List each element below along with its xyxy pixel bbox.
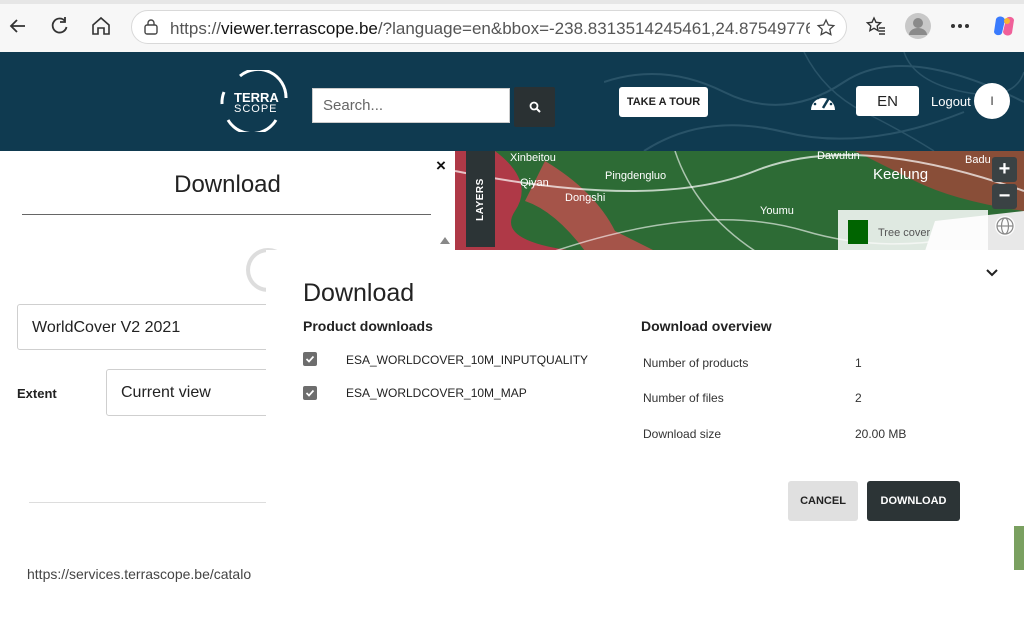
divider [29, 502, 269, 503]
take-tour-button[interactable]: TAKE A TOUR [619, 87, 708, 117]
map-place-label: Badu [965, 154, 991, 166]
search-button[interactable] [514, 87, 555, 127]
map-place-label: Keelung [873, 166, 928, 183]
search-input[interactable] [312, 88, 510, 123]
url-text: https://viewer.terrascope.be/?language=e… [170, 19, 810, 39]
product-downloads-heading: Product downloads [303, 318, 433, 334]
copilot-icon[interactable] [988, 10, 1020, 42]
terrascope-logo[interactable]: TERRA SCOPE [220, 70, 292, 132]
map-place-label: Dawulun [817, 151, 860, 162]
panel-title: Download [174, 171, 281, 198]
site-header: TERRA SCOPE TAKE A TOUR EN Logout I [0, 52, 1024, 151]
file-checkbox-inputquality[interactable] [303, 352, 317, 366]
download-overview-heading: Download overview [641, 318, 772, 334]
overview-value: 20.00 MB [855, 427, 907, 441]
logout-link[interactable]: Logout [931, 94, 971, 109]
cancel-button[interactable]: CANCEL [788, 481, 858, 521]
overview-key: Number of products [643, 356, 749, 370]
profile-icon[interactable] [902, 10, 934, 42]
url-host: viewer.terrascope.be [221, 19, 378, 38]
url-prefix: https:// [170, 19, 222, 38]
layers-tab-label: LAYERS [475, 177, 486, 221]
map-place-label: Pingdengluo [605, 170, 666, 182]
more-icon[interactable] [944, 10, 976, 42]
overview-value: 2 [855, 391, 862, 405]
home-icon[interactable] [85, 10, 117, 42]
divider [22, 214, 431, 215]
user-avatar[interactable]: I [974, 83, 1010, 119]
scroll-up-arrow-icon[interactable] [440, 237, 450, 244]
favorites-icon[interactable] [860, 10, 892, 42]
star-icon[interactable] [816, 18, 836, 38]
logo-text-scope: SCOPE [234, 103, 278, 115]
globe-icon[interactable] [993, 214, 1017, 238]
url-rest: /?language=en&bbox=-238.8313514245461,24… [377, 19, 810, 38]
checkmark-icon [305, 355, 315, 363]
legend-label: Tree cover [878, 227, 931, 239]
map-place-label: Dongshi [565, 192, 605, 204]
back-icon[interactable] [2, 10, 34, 42]
speedometer-icon[interactable] [809, 90, 837, 112]
address-bar[interactable]: https://viewer.terrascope.be/?language=e… [131, 10, 847, 44]
zoom-in-button[interactable]: + [992, 157, 1017, 182]
lock-icon[interactable] [143, 19, 159, 35]
browser-toolbar: https://viewer.terrascope.be/?language=e… [0, 0, 1024, 53]
refresh-icon[interactable] [43, 10, 75, 42]
search-icon [529, 101, 541, 113]
download-button[interactable]: DOWNLOAD [867, 481, 960, 521]
dialog-title: Download [303, 279, 415, 307]
overview-value: 1 [855, 356, 862, 370]
map-place-label: Youmu [760, 205, 794, 217]
map-place-label: Qiyan [520, 177, 549, 189]
file-label: ESA_WORLDCOVER_10M_INPUTQUALITY [346, 353, 589, 367]
chevron-down-icon[interactable] [985, 266, 999, 280]
layers-tab[interactable]: LAYERS [466, 151, 495, 247]
catalog-url[interactable]: https://services.terrascope.be/catalo [27, 566, 251, 582]
close-icon[interactable]: × [436, 156, 446, 176]
overview-key: Download size [643, 427, 722, 441]
overview-key: Number of files [643, 391, 724, 405]
legend-swatch-tree-cover [848, 220, 868, 244]
zoom-out-button[interactable]: − [992, 184, 1017, 209]
file-checkbox-map[interactable] [303, 386, 317, 400]
language-button[interactable]: EN [856, 86, 919, 116]
tab-strip [0, 0, 1024, 4]
map-place-label: Xinbeitou [510, 152, 556, 164]
file-label: ESA_WORLDCOVER_10M_MAP [346, 386, 527, 400]
checkmark-icon [305, 389, 315, 397]
map-legend: Tree cover [838, 210, 988, 250]
extent-label: Extent [17, 386, 57, 401]
